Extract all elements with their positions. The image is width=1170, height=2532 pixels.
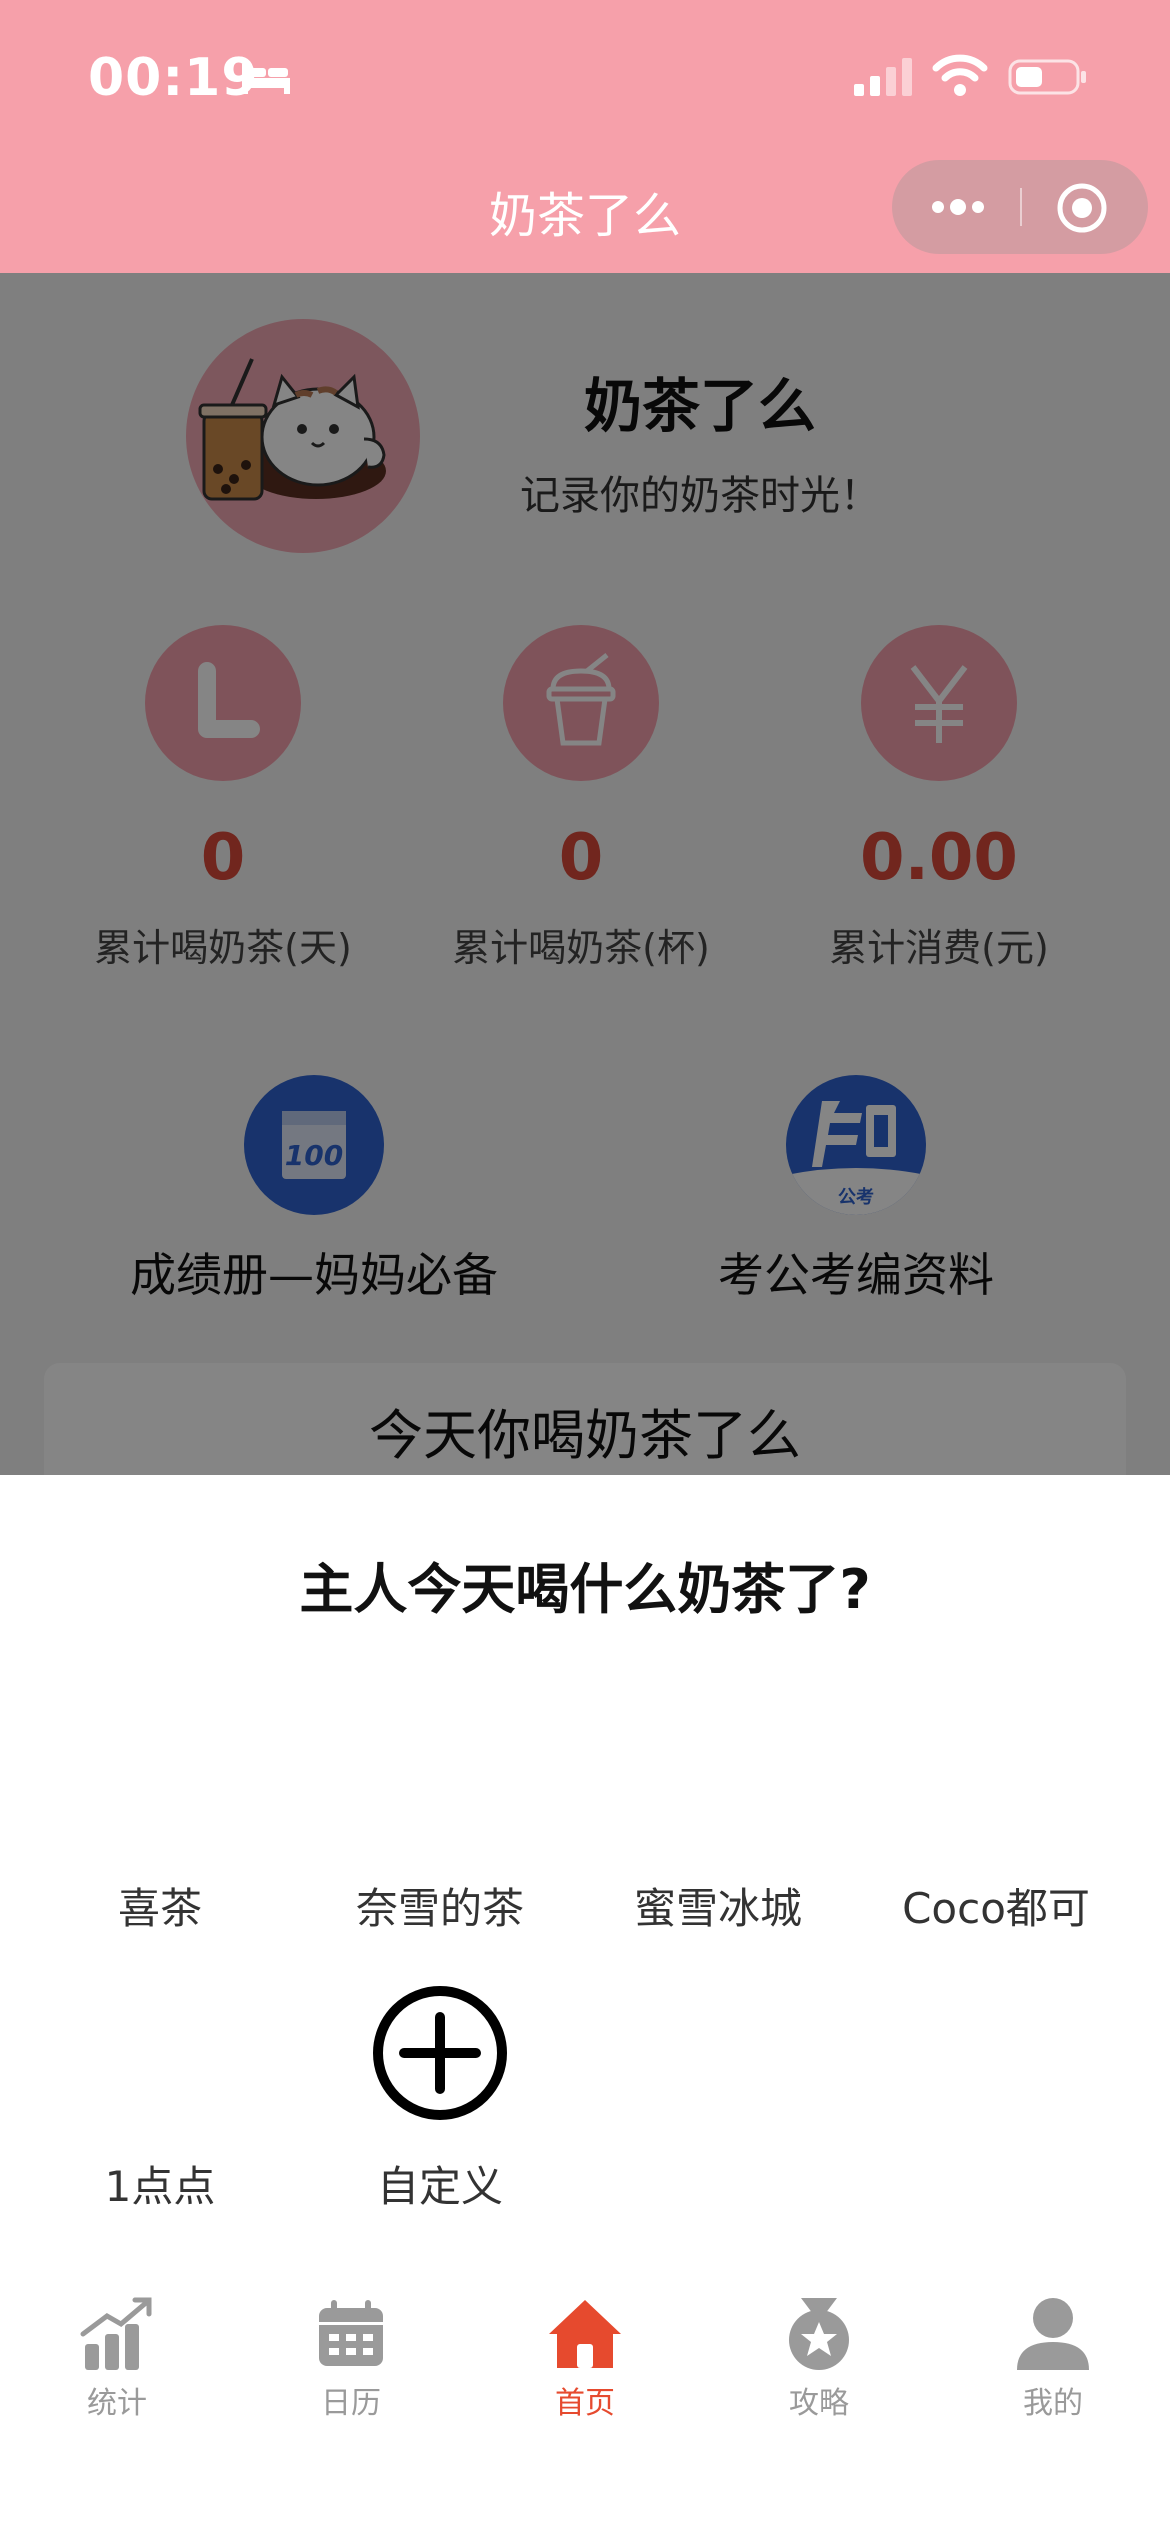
user-icon	[1017, 2298, 1089, 2370]
tab-profile-label: 我的	[1023, 2386, 1083, 2421]
modal-overlay[interactable]	[0, 273, 1170, 1475]
tab-guide-label: 攻略	[789, 2386, 849, 2421]
battery-icon	[1008, 59, 1086, 95]
tab-statistics-label: 统计	[87, 2386, 147, 2421]
custom-option-label[interactable]: 自定义	[300, 2153, 580, 2214]
cellular-signal-icon	[854, 58, 912, 96]
brand-option-heytea[interactable]: 喜茶	[20, 1875, 300, 1936]
miniprogram-capsule	[892, 160, 1148, 254]
brand-option-1diandian[interactable]: 1点点	[20, 2153, 300, 2214]
home-icon	[549, 2300, 621, 2368]
wifi-icon	[932, 54, 988, 96]
add-custom-icon[interactable]	[370, 1983, 510, 2123]
brand-option-nayuki[interactable]: 奈雪的茶	[300, 1875, 580, 1936]
tab-calendar[interactable]: 日历	[234, 2280, 468, 2422]
calendar-icon	[319, 2300, 383, 2366]
sheet-title: 主人今天喝什么奶茶了?	[299, 1558, 871, 1621]
tab-profile[interactable]: 我的	[936, 2280, 1170, 2422]
tab-guide[interactable]: 攻略	[702, 2280, 936, 2422]
tab-statistics[interactable]: 统计	[0, 2280, 234, 2422]
capsule-divider	[1020, 188, 1022, 226]
tab-bar: 统计 日历 首页 攻略 我的	[0, 2280, 1170, 2422]
brand-option-coco[interactable]: Coco都可	[856, 1875, 1136, 1936]
brand-option-mixue[interactable]: 蜜雪冰城	[578, 1875, 858, 1936]
medal-icon	[789, 2298, 849, 2370]
tab-home[interactable]: 首页	[468, 2280, 702, 2422]
chart-icon	[80, 2297, 152, 2370]
tab-calendar-label: 日历	[321, 2386, 381, 2421]
status-time: 00:19	[88, 48, 259, 108]
tab-home-label: 首页	[555, 2386, 615, 2421]
sleep-mode-icon	[242, 64, 290, 94]
close-miniprogram-icon[interactable]	[1056, 182, 1108, 234]
more-icon[interactable]	[928, 190, 988, 224]
top-bar: 00:19 奶茶了么	[0, 0, 1170, 273]
